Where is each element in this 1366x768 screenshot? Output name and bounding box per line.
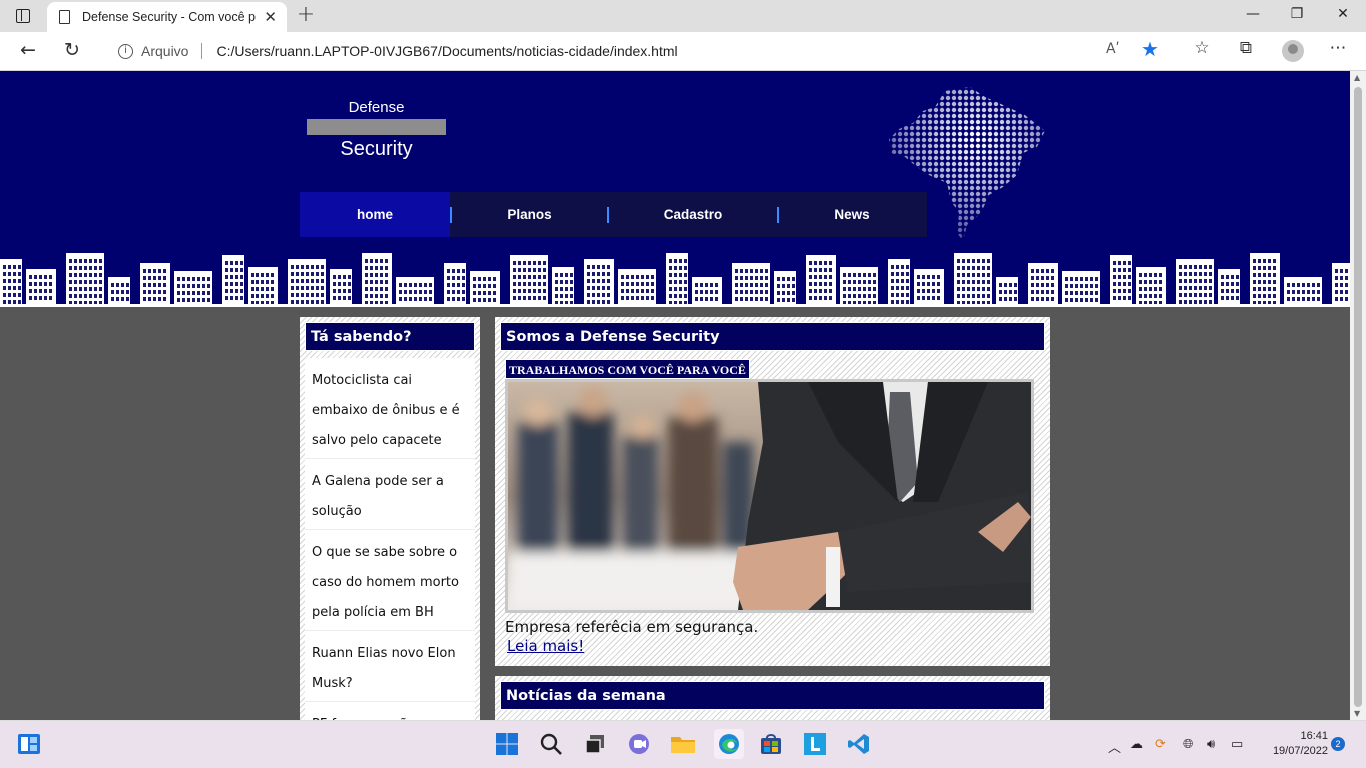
update-icon[interactable]: ⟳ bbox=[1155, 737, 1166, 752]
logo-top-text: Defense bbox=[348, 99, 405, 116]
language-globe-icon[interactable]: 🌐︎ bbox=[1183, 737, 1193, 752]
collections-icon[interactable]: ⧉ bbox=[1234, 38, 1258, 58]
nav-cadastro[interactable]: Cadastro bbox=[609, 192, 777, 237]
about-title: Somos a Defense Security bbox=[500, 322, 1045, 351]
nav-news[interactable]: News bbox=[779, 192, 925, 237]
sidebar-news-item[interactable]: O que se sabe sobre o caso do homem mort… bbox=[305, 530, 475, 631]
onedrive-cloud-icon[interactable]: ☁ bbox=[1130, 737, 1143, 752]
more-menu-icon[interactable]: ⋯ bbox=[1326, 38, 1350, 58]
system-clock[interactable]: 16:41 19/07/2022 bbox=[1258, 729, 1328, 759]
profile-avatar[interactable] bbox=[1282, 40, 1304, 62]
microsoft-store-icon[interactable] bbox=[758, 731, 784, 757]
chevron-up-icon[interactable]: ︿ bbox=[1108, 737, 1121, 756]
back-icon[interactable]: ← bbox=[16, 39, 40, 61]
logo-bottom-text: Security bbox=[340, 138, 413, 160]
page-viewport: Defense Security home Planos Cadastro Ne… bbox=[0, 71, 1350, 720]
page-icon bbox=[59, 10, 70, 24]
favorites-icon[interactable]: ☆ bbox=[1190, 38, 1214, 58]
tab-actions-icon[interactable] bbox=[16, 9, 30, 23]
refresh-icon[interactable]: ↻ bbox=[60, 39, 84, 61]
vertical-scrollbar[interactable]: ▲ ▼ bbox=[1350, 71, 1366, 720]
scrollbar-thumb[interactable] bbox=[1354, 87, 1362, 707]
sidebar-news-item[interactable]: PF faz operação para bbox=[305, 702, 475, 720]
scroll-down-icon[interactable]: ▼ bbox=[1354, 709, 1360, 718]
address-separator bbox=[201, 43, 203, 59]
widgets-icon[interactable] bbox=[16, 731, 42, 757]
close-tab-icon[interactable]: ✕ bbox=[264, 8, 277, 26]
clock-time: 16:41 bbox=[1300, 730, 1328, 742]
task-view-icon[interactable] bbox=[582, 731, 608, 757]
file-explorer-icon[interactable] bbox=[670, 731, 696, 757]
news-title: Notícias da semana bbox=[500, 681, 1045, 710]
address-bar[interactable]: i Arquivo C:/Users/ruann.LAPTOP-0IVJGB67… bbox=[100, 36, 1180, 66]
vscode-icon[interactable] bbox=[846, 731, 872, 757]
read-aloud-icon[interactable]: Aʹ bbox=[1106, 41, 1119, 57]
sidebar-box: Tá sabendo? Motociclista cai embaixo de … bbox=[300, 317, 480, 720]
sidebar-news-item[interactable]: Ruann Elias novo Elon Musk? bbox=[305, 631, 475, 702]
info-icon[interactable]: i bbox=[118, 43, 133, 59]
minimize-icon[interactable]: — bbox=[1243, 6, 1263, 22]
notification-badge[interactable]: 2 bbox=[1331, 737, 1345, 751]
favorite-star-icon[interactable]: ★ bbox=[1141, 37, 1159, 61]
nav-home[interactable]: home bbox=[300, 192, 450, 237]
about-tagline: TRABALHAMOS COM VOCÊ PARA VOCÊ bbox=[505, 359, 750, 379]
volume-icon[interactable]: 🔊︎ bbox=[1207, 737, 1215, 752]
city-skyline-graphic bbox=[0, 253, 1350, 307]
site-header: Defense Security home Planos Cadastro Ne… bbox=[0, 71, 1350, 307]
teams-chat-icon[interactable] bbox=[626, 731, 652, 757]
new-tab-button[interactable]: + bbox=[296, 4, 316, 28]
clock-date: 19/07/2022 bbox=[1272, 745, 1328, 757]
lively-app-icon[interactable] bbox=[802, 731, 828, 757]
main-nav: home Planos Cadastro News bbox=[300, 192, 927, 237]
tab-title: Defense Security - Com você por bbox=[82, 10, 257, 24]
url-text[interactable]: C:/Users/ruann.LAPTOP-0IVJGB67/Documents… bbox=[216, 43, 677, 59]
sidebar-news-item[interactable]: A Galena pode ser a solução bbox=[305, 459, 475, 530]
about-description: Empresa referêcia em segurança. bbox=[505, 618, 759, 636]
sidebar-news-item[interactable]: Motociclista cai embaixo de ônibus e é s… bbox=[305, 358, 475, 459]
nav-planos[interactable]: Planos bbox=[452, 192, 607, 237]
address-prefix: Arquivo bbox=[141, 43, 189, 59]
sidebar-list: Motociclista cai embaixo de ônibus e é s… bbox=[305, 358, 475, 720]
sidebar-title: Tá sabendo? bbox=[305, 322, 475, 351]
tab-bar: Defense Security - Com você por ✕ + — ❐ … bbox=[0, 0, 1366, 32]
search-icon[interactable] bbox=[538, 731, 564, 757]
header-divider bbox=[0, 304, 1350, 307]
logo-bar bbox=[307, 119, 446, 135]
restore-icon[interactable]: ❐ bbox=[1287, 6, 1307, 22]
scroll-up-icon[interactable]: ▲ bbox=[1354, 73, 1360, 82]
browser-tab[interactable]: Defense Security - Com você por ✕ bbox=[47, 2, 287, 32]
read-more-link[interactable]: Leia mais! bbox=[507, 637, 584, 655]
close-window-icon[interactable]: ✕ bbox=[1333, 6, 1353, 22]
battery-icon[interactable]: ▭ bbox=[1231, 737, 1243, 752]
news-box: Notícias da semana bbox=[495, 676, 1050, 720]
businessman-photo bbox=[505, 379, 1034, 613]
start-windows-icon[interactable] bbox=[494, 731, 520, 757]
toolbar: ← ↻ i Arquivo C:/Users/ruann.LAPTOP-0IVJ… bbox=[0, 32, 1366, 71]
windows-taskbar: ︿ ☁ ⟳ 🌐︎ 🔊︎ ▭ 16:41 19/07/2022 2 bbox=[0, 720, 1366, 768]
site-logo[interactable]: Defense Security bbox=[307, 99, 446, 161]
edge-browser-icon[interactable] bbox=[714, 729, 744, 759]
